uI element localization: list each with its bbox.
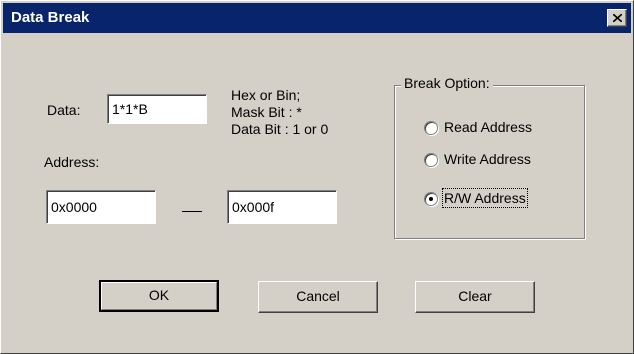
radio-selected-dot xyxy=(429,197,433,201)
radio-rw-address[interactable]: R/W Address xyxy=(424,188,564,210)
break-option-title: Break Option: xyxy=(401,75,493,91)
radio-read-address-label: Read Address xyxy=(444,119,532,135)
cancel-button-label: Cancel xyxy=(296,288,340,304)
radio-rw-address-label: R/W Address xyxy=(442,188,528,208)
data-label: Data: xyxy=(47,102,81,118)
address-label: Address: xyxy=(44,154,100,170)
radio-button-selected[interactable] xyxy=(424,192,438,206)
window-title: Data Break xyxy=(11,9,90,26)
clear-button-label: Clear xyxy=(458,288,492,304)
address-start-input[interactable] xyxy=(46,190,156,224)
cancel-button[interactable]: Cancel xyxy=(258,281,378,313)
data-break-dialog: Data Break Data: Hex or Bin; Mask Bit : … xyxy=(0,0,634,354)
title-bar[interactable]: Data Break xyxy=(3,3,631,33)
address-end-input[interactable] xyxy=(227,190,337,224)
clear-button[interactable]: Clear xyxy=(415,281,535,313)
data-format-help: Hex or Bin; Mask Bit : * Data Bit : 1 or… xyxy=(231,87,328,138)
radio-read-address[interactable]: Read Address xyxy=(424,119,564,139)
ok-button[interactable]: OK xyxy=(99,280,219,312)
help-line-mask-bit: Mask Bit : * xyxy=(231,104,302,120)
help-line-format: Hex or Bin; xyxy=(231,87,301,103)
radio-button[interactable] xyxy=(424,153,438,167)
ok-button-label: OK xyxy=(148,287,170,303)
address-range-dash xyxy=(182,211,202,212)
radio-button[interactable] xyxy=(424,121,438,135)
close-icon xyxy=(613,14,622,22)
help-line-data-bit: Data Bit : 1 or 0 xyxy=(231,121,329,137)
radio-write-address[interactable]: Write Address xyxy=(424,151,564,171)
radio-write-address-label: Write Address xyxy=(444,151,531,167)
data-input[interactable] xyxy=(107,94,207,124)
close-button[interactable] xyxy=(607,9,627,27)
